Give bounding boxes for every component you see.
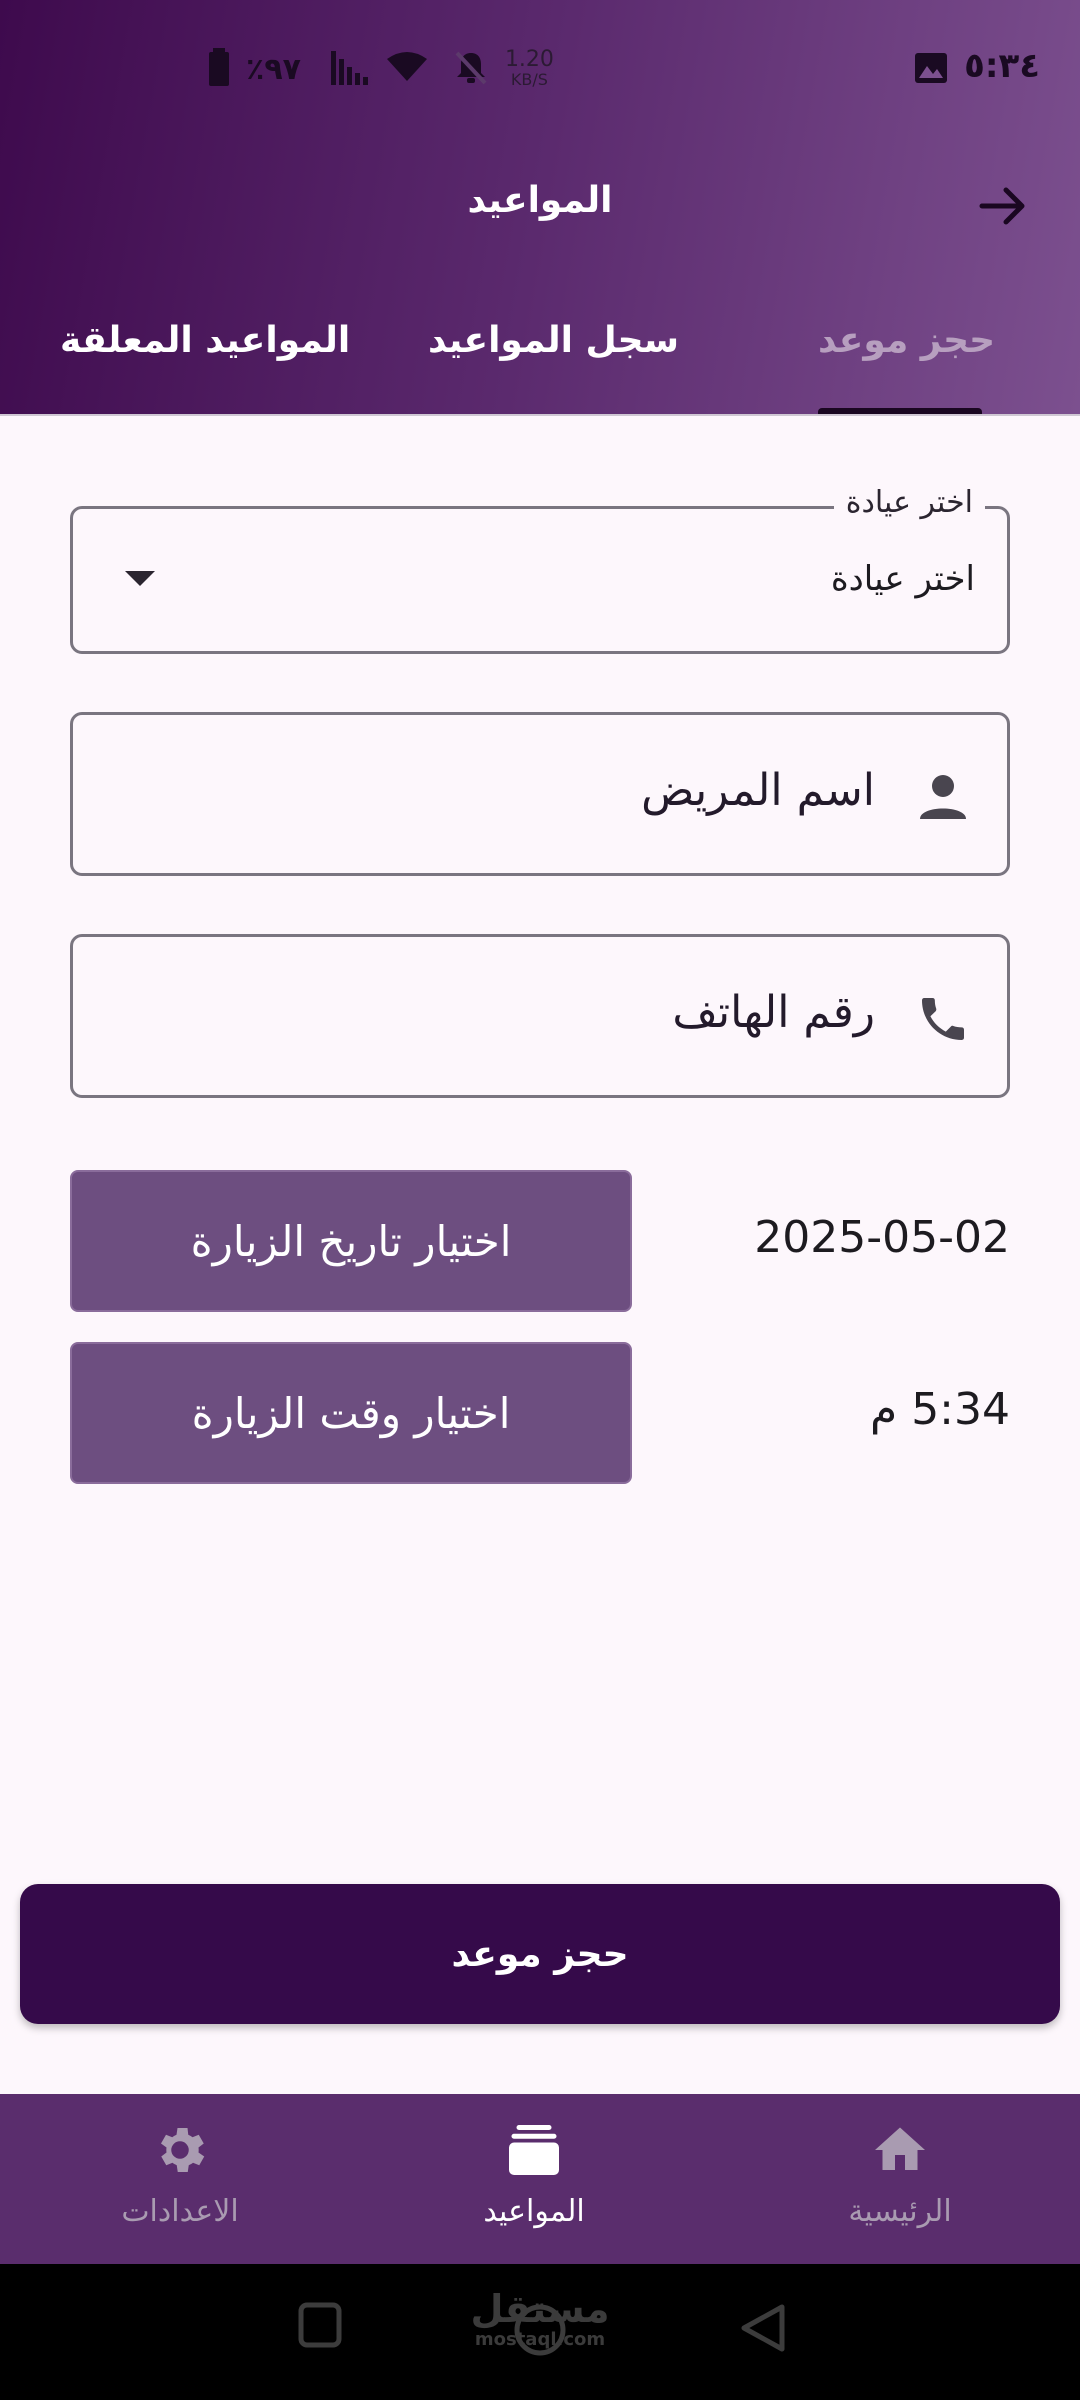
tab-appointments-history[interactable]: سجل المواعيد [428, 320, 679, 361]
nav-label-settings: الاعدادات [121, 2194, 239, 2229]
patient-name-field[interactable]: اسم المريض [70, 712, 1010, 876]
home-icon [870, 2120, 930, 2180]
phone-field[interactable]: رقم الهاتف [70, 934, 1010, 1098]
net-speed-unit: KB/S [510, 70, 548, 89]
watermark-arabic: مستقل [470, 2287, 610, 2331]
status-bar: ٪٩٧ 1.20 KB/S ٥:٣٤ [0, 0, 1080, 140]
watermark: مستقل mostaql.com [440, 2288, 640, 2350]
pick-date-button[interactable]: اختيار تاريخ الزيارة [70, 1170, 632, 1312]
selected-time: 5:34 م [869, 1384, 1010, 1435]
net-speed-value: 1.20 [504, 47, 554, 72]
mute-icon [453, 49, 489, 89]
back-arrow-icon[interactable] [974, 178, 1030, 234]
back-triangle-icon[interactable] [738, 2302, 786, 2358]
nav-item-home[interactable]: الرئيسية [750, 2094, 1050, 2264]
settings-icon [150, 2120, 210, 2180]
bottom-navigation: الرئيسية المواعيد الاعدادات [0, 2094, 1080, 2264]
app-header: ٪٩٧ 1.20 KB/S ٥:٣٤ المواعيد المواعيد الم… [0, 0, 1080, 416]
patient-name-placeholder: اسم المريض [641, 765, 875, 816]
tab-pending-appointments[interactable]: المواعيد المعلقة [60, 320, 350, 361]
nav-item-settings[interactable]: الاعدادات [30, 2094, 330, 2264]
phone-icon [915, 991, 971, 1047]
clinic-dropdown[interactable]: اختر عيادة اختر عيادة [70, 485, 1010, 654]
clinic-dropdown-value: اختر عيادة [830, 559, 975, 599]
status-time: ٥:٣٤ [964, 46, 1040, 86]
phone-placeholder: رقم الهاتف [672, 987, 875, 1038]
dropdown-arrow-icon [125, 571, 155, 586]
net-speed: 1.20 KB/S [505, 49, 554, 89]
gallery-icon [914, 52, 948, 88]
wifi-icon [386, 51, 427, 87]
recent-apps-icon[interactable] [298, 2302, 342, 2352]
signal-icon [330, 49, 371, 89]
status-icons-left: ٪٩٧ 1.20 KB/S [208, 48, 554, 90]
tab-bar: المواعيد المعلقة سجل المواعيد حجز موعد [0, 300, 1080, 416]
clinic-dropdown-label: اختر عيادة [833, 485, 985, 520]
appointments-icon [504, 2120, 564, 2180]
battery-icon [208, 48, 230, 90]
tab-book-appointment[interactable]: حجز موعد [818, 320, 995, 361]
nav-label-home: الرئيسية [848, 2194, 952, 2229]
page-title: المواعيد [467, 180, 613, 221]
system-navigation-bar: مستقل mostaql.com [0, 2264, 1080, 2400]
pick-time-button[interactable]: اختيار وقت الزيارة [70, 1342, 632, 1484]
book-appointment-button[interactable]: حجز موعد [20, 1884, 1060, 2024]
divider [0, 414, 1080, 416]
battery-level: ٪٩٧ [246, 51, 301, 87]
person-icon [915, 769, 971, 825]
watermark-latin: mostaql.com [474, 2329, 606, 2350]
nav-item-appointments[interactable]: المواعيد [384, 2094, 684, 2264]
nav-label-appointments: المواعيد [483, 2194, 585, 2229]
selected-date: 2025-05-02 [754, 1212, 1010, 1263]
